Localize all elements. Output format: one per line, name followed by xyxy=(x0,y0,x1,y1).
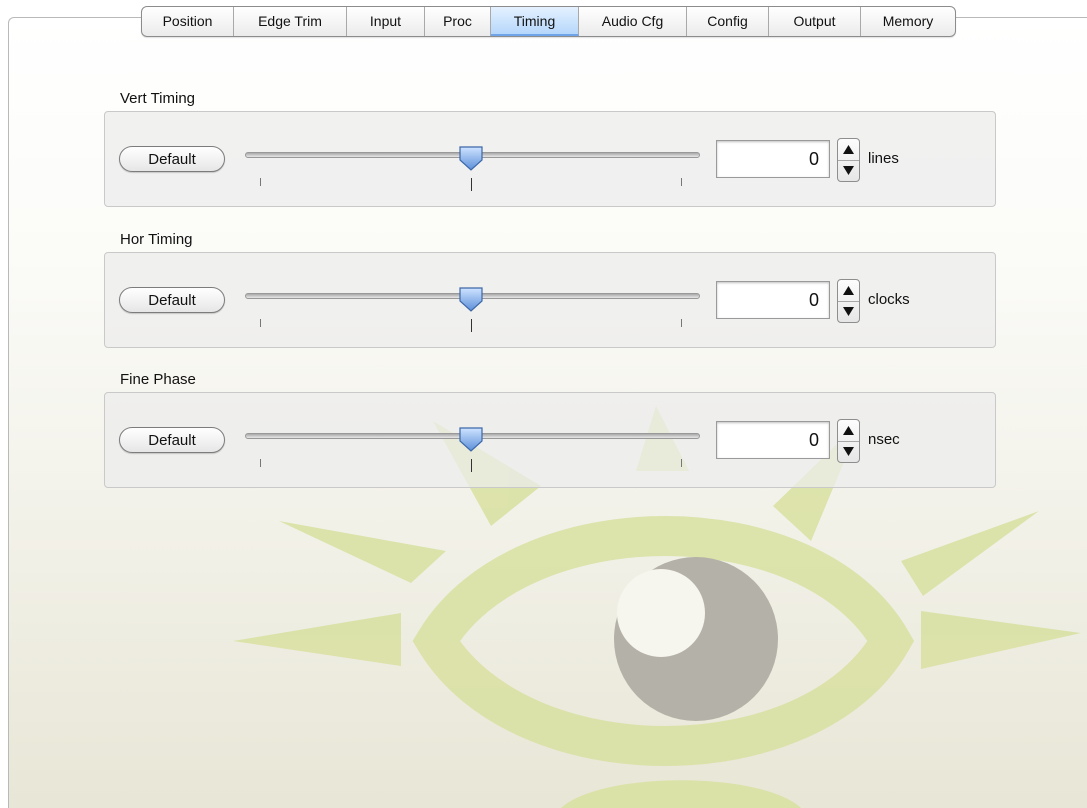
tab-config[interactable]: Config xyxy=(687,7,769,36)
hor-timing-title: Hor Timing xyxy=(120,231,193,248)
fine-phase-group: Default 0 nsec xyxy=(104,392,996,488)
triangle-up-icon[interactable] xyxy=(838,420,859,442)
tab-edge-trim[interactable]: Edge Trim xyxy=(234,7,347,36)
triangle-up-icon[interactable] xyxy=(838,139,859,161)
triangle-down-icon[interactable] xyxy=(838,441,859,462)
fine-stepper[interactable] xyxy=(837,419,860,463)
hor-unit-label: clocks xyxy=(868,291,910,308)
tab-audio-cfg[interactable]: Audio Cfg xyxy=(579,7,687,36)
hor-tick-min xyxy=(260,319,261,327)
vert-tick-mid xyxy=(471,178,472,191)
vert-default-button[interactable]: Default xyxy=(119,146,225,172)
slider-thumb-icon[interactable] xyxy=(457,286,485,312)
fine-phase-title: Fine Phase xyxy=(120,371,196,388)
tab-bar: Position Edge Trim Input Proc Timing Aud… xyxy=(141,6,956,37)
hor-tick-max xyxy=(681,319,682,327)
vert-timing-title: Vert Timing xyxy=(120,90,196,107)
vert-unit-label: lines xyxy=(868,150,899,167)
triangle-down-icon[interactable] xyxy=(838,160,859,181)
slider-thumb-icon[interactable] xyxy=(457,145,485,171)
tab-memory[interactable]: Memory xyxy=(861,7,955,36)
vert-tick-min xyxy=(260,178,261,186)
vert-tick-max xyxy=(681,178,682,186)
hor-timing-group: Default 0 clocks xyxy=(104,252,996,348)
hor-stepper[interactable] xyxy=(837,279,860,323)
triangle-down-icon[interactable] xyxy=(838,301,859,322)
hor-default-button[interactable]: Default xyxy=(119,287,225,313)
vert-timing-group: Default 0 lines xyxy=(104,111,996,207)
tab-input[interactable]: Input xyxy=(347,7,425,36)
fine-tick-max xyxy=(681,459,682,467)
tab-timing[interactable]: Timing xyxy=(491,7,579,36)
fine-unit-label: nsec xyxy=(868,431,900,448)
fine-tick-min xyxy=(260,459,261,467)
vert-stepper[interactable] xyxy=(837,138,860,182)
triangle-up-icon[interactable] xyxy=(838,280,859,302)
slider-thumb-icon[interactable] xyxy=(457,426,485,452)
fine-value-field[interactable]: 0 xyxy=(716,421,830,459)
tab-position[interactable]: Position xyxy=(142,7,234,36)
tab-proc[interactable]: Proc xyxy=(425,7,491,36)
fine-tick-mid xyxy=(471,459,472,472)
vert-value-field[interactable]: 0 xyxy=(716,140,830,178)
hor-tick-mid xyxy=(471,319,472,332)
fine-default-button[interactable]: Default xyxy=(119,427,225,453)
tab-output[interactable]: Output xyxy=(769,7,861,36)
hor-value-field[interactable]: 0 xyxy=(716,281,830,319)
